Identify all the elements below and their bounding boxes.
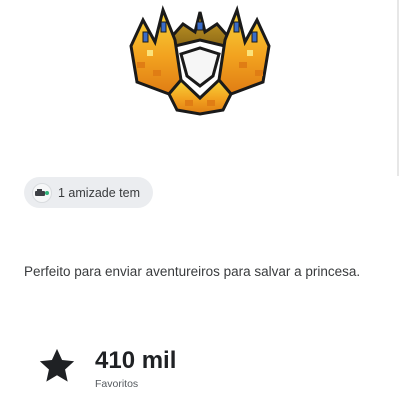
crown-item-thumbnail[interactable]: [125, 2, 275, 118]
item-description: Perfeito para enviar aventureiros para s…: [24, 264, 361, 279]
favorites-text-group: 410 mil Favoritos: [95, 347, 176, 391]
friend-avatar-icon: [32, 182, 52, 203]
friends-own-text: 1 amizade tem: [58, 185, 140, 200]
favorites-label: Favoritos: [95, 377, 139, 390]
star-icon: [36, 345, 78, 392]
crown-image: [129, 5, 271, 116]
favorites-stat[interactable]: 410 mil Favoritos: [36, 345, 176, 392]
favorites-count: 410 mil: [95, 346, 177, 374]
friend-avatar-glyph: [35, 188, 49, 196]
item-detail-page: 1 amizade tem Perfeito para enviar avent…: [0, 0, 400, 400]
friends-own-chip[interactable]: 1 amizade tem: [24, 177, 153, 208]
image-panel-edge: [397, 0, 399, 176]
